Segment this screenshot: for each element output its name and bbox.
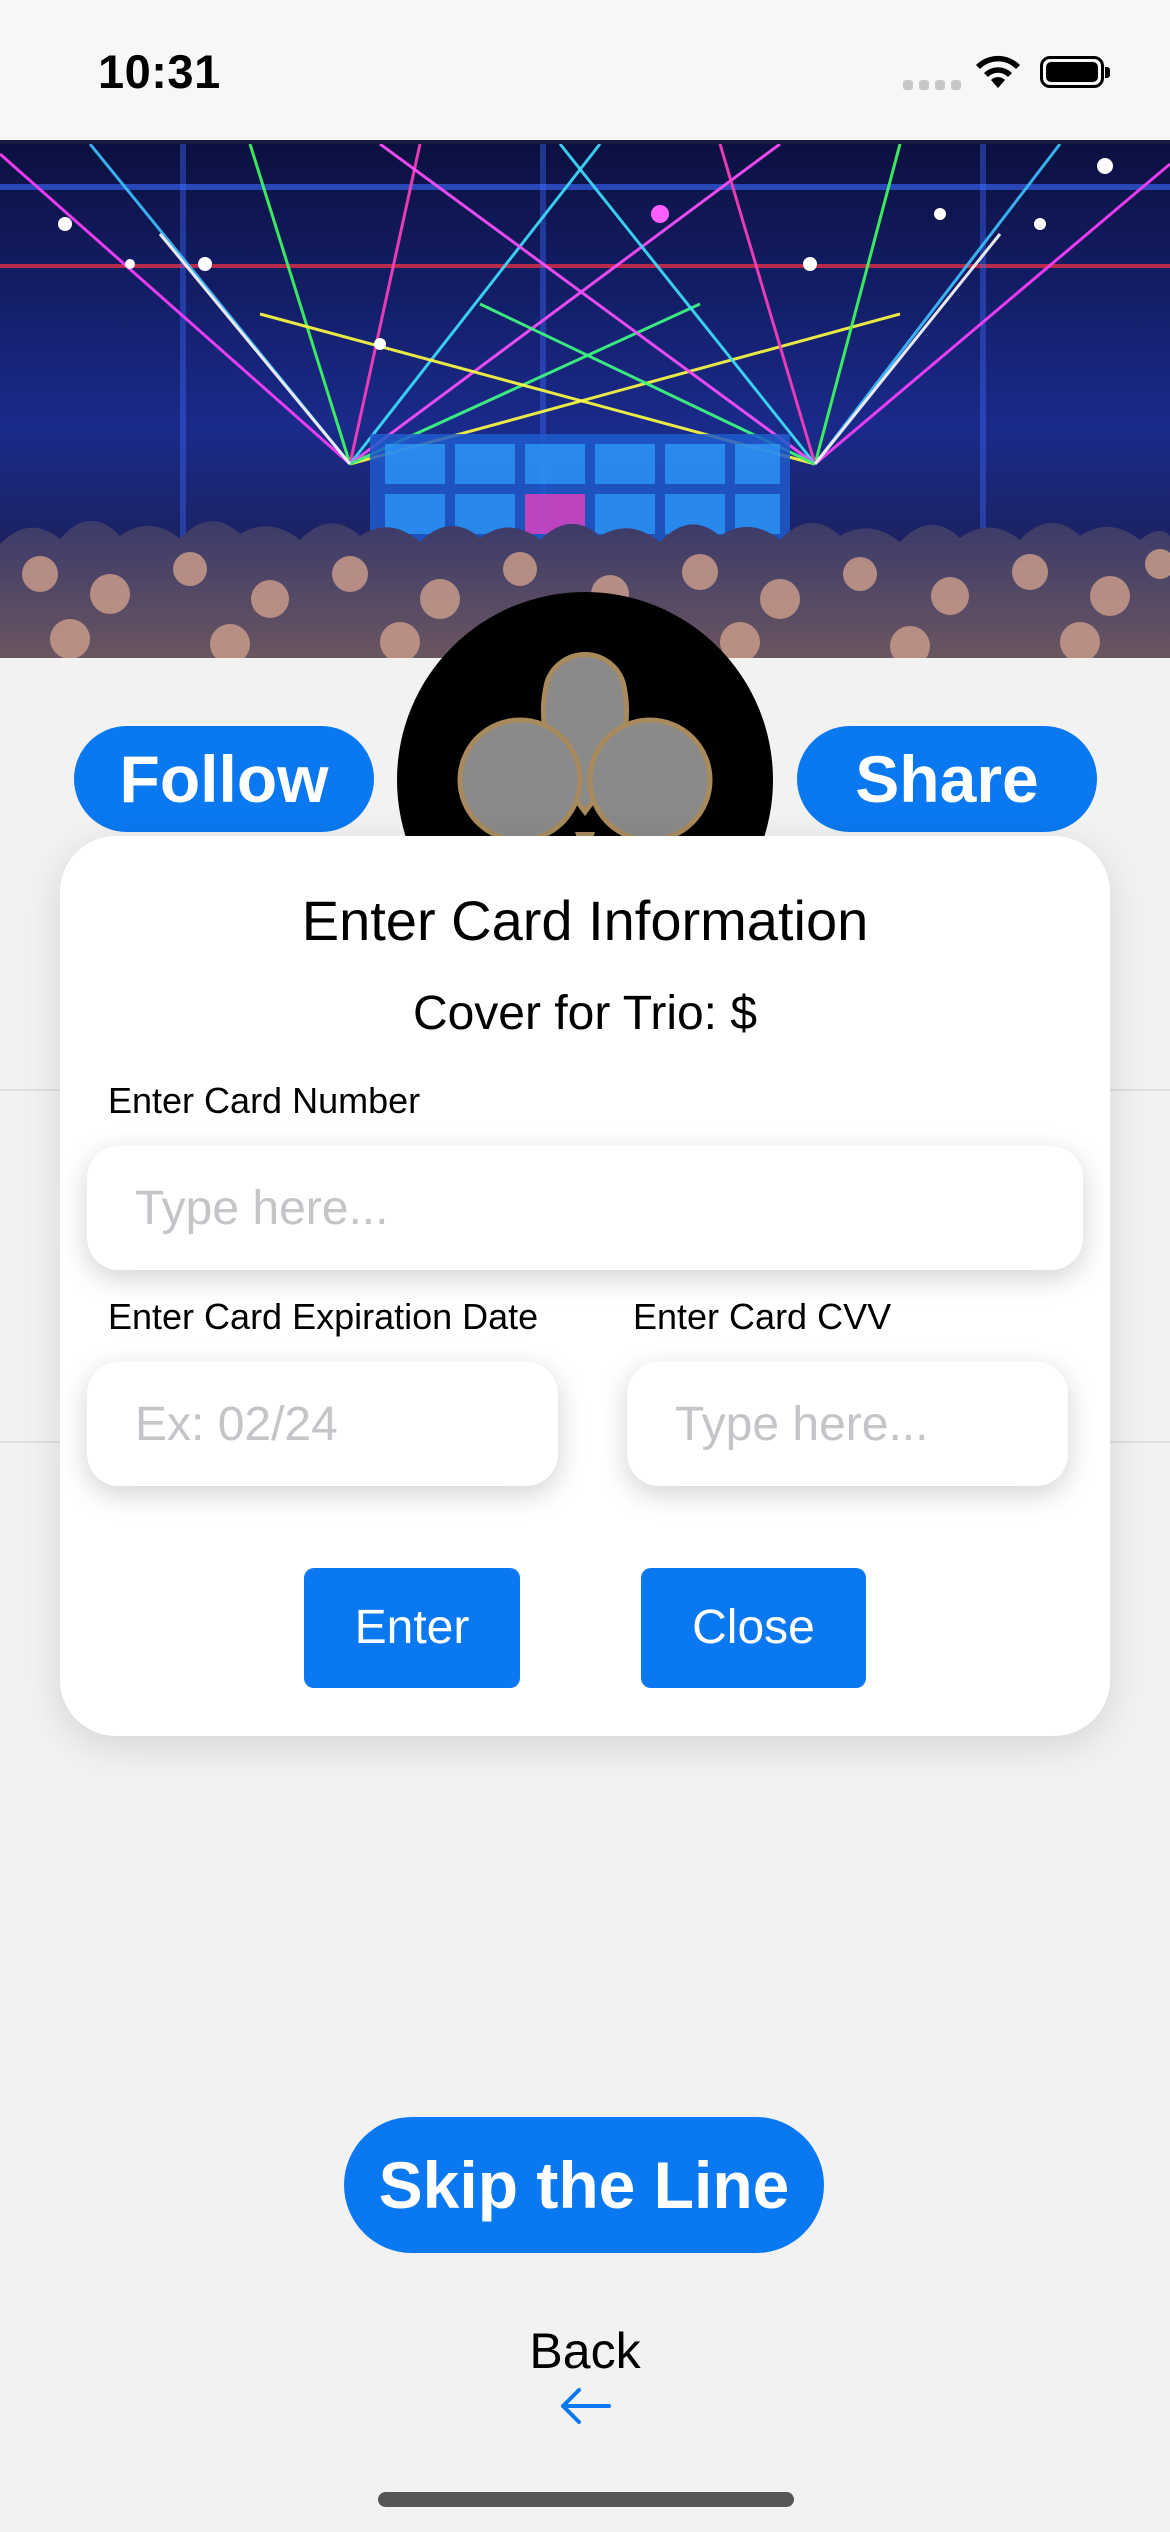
cvv-label: Enter Card CVV <box>633 1296 892 1337</box>
card-number-input[interactable] <box>87 1146 1083 1270</box>
cellular-signal-icon <box>903 80 961 90</box>
modal-title: Enter Card Information <box>301 889 869 952</box>
cvv-input[interactable] <box>627 1362 1068 1486</box>
enter-button[interactable]: Enter <box>304 1568 520 1688</box>
expiration-date-label: Enter Card Expiration Date <box>108 1296 539 1337</box>
close-button[interactable]: Close <box>641 1568 866 1688</box>
venue-hero-image <box>0 140 1170 658</box>
home-indicator[interactable] <box>378 2492 794 2507</box>
follow-button[interactable]: Follow <box>74 726 374 832</box>
wifi-icon <box>976 55 1020 88</box>
back-button[interactable]: Back <box>0 2322 1170 2380</box>
skip-the-line-button[interactable]: Skip the Line <box>344 2117 824 2253</box>
status-bar: 10:31 <box>0 0 1170 140</box>
cover-price-text: Cover for Trio: $ <box>412 987 758 1040</box>
share-button[interactable]: Share <box>797 726 1097 832</box>
card-info-modal: Enter Card Information Cover for Trio: $… <box>60 836 1110 1736</box>
battery-icon <box>1040 56 1110 88</box>
back-arrow-icon[interactable] <box>557 2386 613 2426</box>
status-time: 10:31 <box>98 45 221 98</box>
expiration-date-input[interactable] <box>87 1362 558 1486</box>
card-number-label: Enter Card Number <box>108 1080 421 1121</box>
